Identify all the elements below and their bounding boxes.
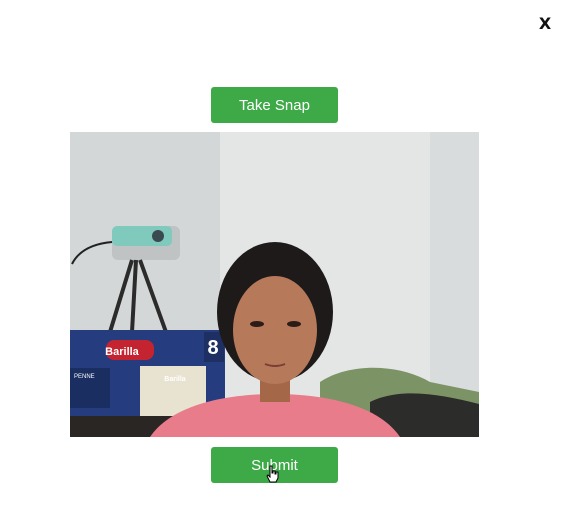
close-button[interactable]: X bbox=[535, 12, 555, 34]
take-snap-button[interactable]: Take Snap bbox=[211, 87, 338, 123]
close-label: X bbox=[538, 13, 552, 33]
submit-button[interactable]: Submit bbox=[211, 447, 338, 483]
box-brand-small: Barilla bbox=[164, 376, 186, 383]
webcam-feed-image: Barilla Barilla PENNE 8 bbox=[70, 132, 479, 437]
box-variety: PENNE bbox=[74, 374, 95, 380]
box-brand-large: Barilla bbox=[105, 346, 140, 358]
box-number: 8 bbox=[207, 337, 218, 359]
webcam-preview: Barilla Barilla PENNE 8 bbox=[70, 132, 479, 437]
